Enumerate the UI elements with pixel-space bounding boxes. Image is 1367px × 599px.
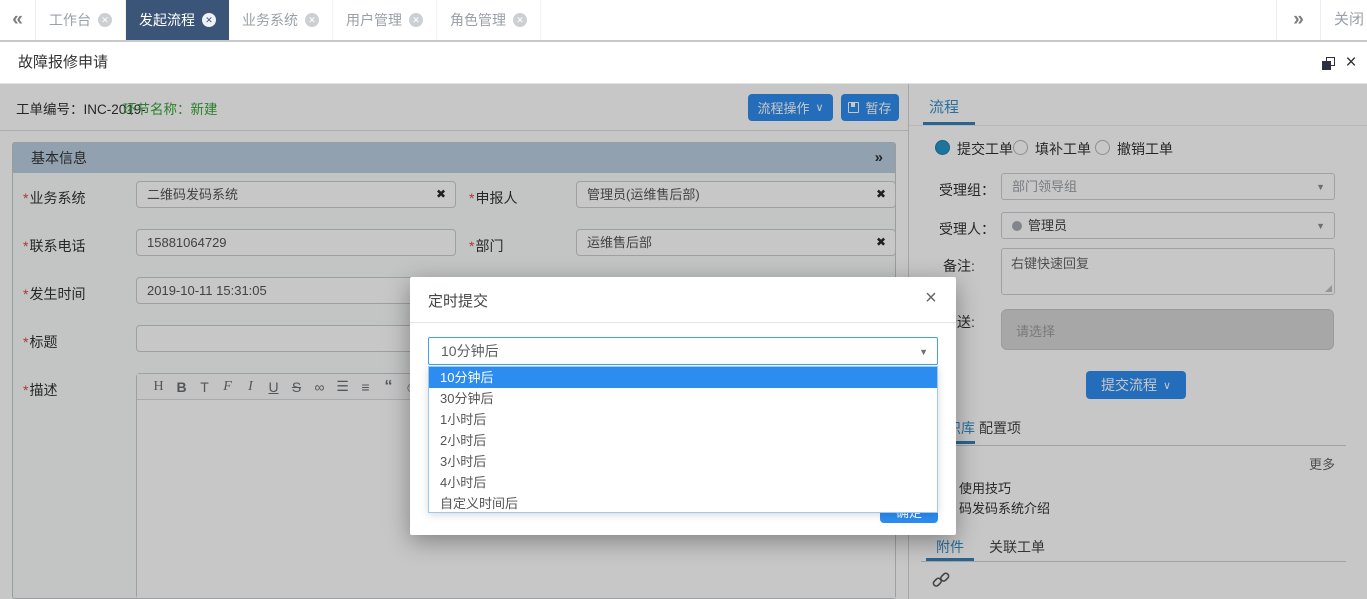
delay-time-option-list: 10分钟后 30分钟后 1小时后 2小时后 3小时后 4小时后 自定义时间后 (428, 366, 938, 513)
option-1hour[interactable]: 1小时后 (429, 409, 937, 430)
option-custom-time[interactable]: 自定义时间后 (429, 493, 937, 514)
option-3hour[interactable]: 3小时后 (429, 451, 937, 472)
option-10min[interactable]: 10分钟后 (429, 367, 937, 388)
close-window-icon[interactable]: × (1341, 50, 1361, 76)
tab-close-icon[interactable]: ✕ (202, 13, 216, 27)
option-30min[interactable]: 30分钟后 (429, 388, 937, 409)
scheduled-submit-dialog: 定时提交 × 10分钟后 ▼ 确定 10分钟后 30分钟后 1小时后 2小时后 … (410, 277, 956, 535)
divider (410, 322, 956, 323)
restore-window-icon[interactable] (1322, 57, 1335, 70)
tab-close-icon[interactable]: ✕ (98, 13, 112, 27)
window-title-bar: 故障报修申请 × (0, 42, 1367, 84)
tab-label: 业务系统 (242, 0, 298, 40)
tab-workbench[interactable]: 工作台 ✕ (36, 0, 126, 40)
tab-role-management[interactable]: 角色管理 ✕ (437, 0, 541, 40)
tab-close-icon[interactable]: ✕ (305, 13, 319, 27)
close-dialog-icon[interactable]: × (920, 285, 942, 311)
window-title: 故障报修申请 (18, 42, 108, 84)
tab-close-icon[interactable]: ✕ (409, 13, 423, 27)
tab-label: 角色管理 (450, 0, 506, 40)
tab-label: 工作台 (49, 0, 91, 40)
tab-business-system[interactable]: 业务系统 ✕ (229, 0, 333, 40)
tab-label: 用户管理 (346, 0, 402, 40)
tab-label: 发起流程 (139, 0, 195, 40)
top-tab-bar: « 工作台 ✕ 发起流程 ✕ 业务系统 ✕ 用户管理 ✕ 角色管理 ✕ » 关闭 (0, 0, 1367, 42)
scroll-tabs-left-icon[interactable]: « (0, 0, 36, 40)
delay-time-select[interactable]: 10分钟后 ▼ (428, 337, 938, 365)
tab-close-icon[interactable]: ✕ (513, 13, 527, 27)
tab-user-management[interactable]: 用户管理 ✕ (333, 0, 437, 40)
tab-initiate-flow[interactable]: 发起流程 ✕ (126, 0, 229, 40)
close-all-tabs-button[interactable]: 关闭 (1320, 0, 1367, 40)
scroll-tabs-right-icon[interactable]: » (1276, 0, 1320, 40)
option-2hour[interactable]: 2小时后 (429, 430, 937, 451)
dialog-title: 定时提交 (428, 290, 488, 311)
chevron-down-icon: ▼ (919, 347, 928, 357)
option-4hour[interactable]: 4小时后 (429, 472, 937, 493)
tab-strip: 工作台 ✕ 发起流程 ✕ 业务系统 ✕ 用户管理 ✕ 角色管理 ✕ (36, 0, 541, 40)
